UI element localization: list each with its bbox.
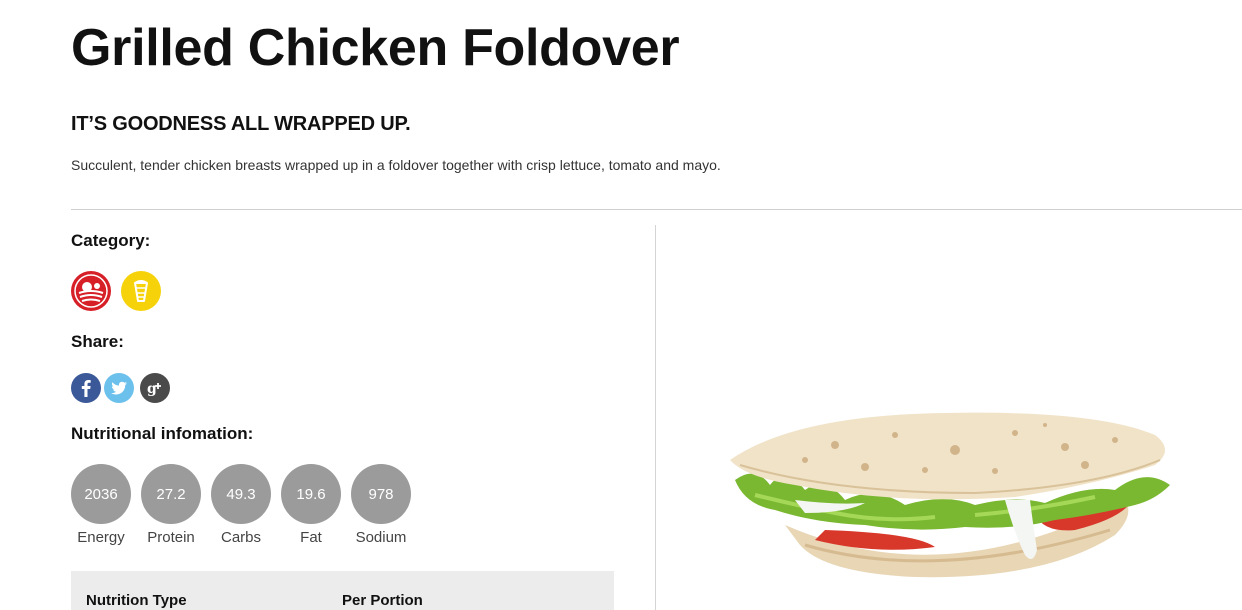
product-image — [715, 405, 1175, 585]
nutrition-name: Sodium — [355, 529, 407, 546]
table-header-nutrition-type: Nutrition Type — [86, 592, 187, 609]
nutrition-carbs: 49.3 Carbs — [211, 464, 271, 546]
nutrition-table: Nutrition Type Per Portion — [71, 571, 614, 610]
facebook-icon[interactable] — [71, 373, 101, 403]
svg-text:g: g — [147, 381, 157, 397]
nutrition-name: Carbs — [220, 529, 261, 546]
nutrition-value: 2036 — [71, 464, 131, 524]
nutrition-value: 49.3 — [211, 464, 271, 524]
nutrition-energy: 2036 Energy — [71, 464, 131, 546]
nutrition-protein: 27.2 Protein — [141, 464, 201, 546]
nutrition-value: 19.6 — [281, 464, 341, 524]
product-description: Succulent, tender chicken breasts wrappe… — [71, 157, 721, 173]
nutrition-label: Nutritional infomation: — [71, 424, 254, 443]
google-plus-icon[interactable]: g — [140, 373, 170, 403]
nutrition-fat: 19.6 Fat — [281, 464, 341, 546]
nutrition-value: 978 — [351, 464, 411, 524]
column-divider — [655, 225, 656, 610]
nutrition-name: Fat — [300, 529, 322, 546]
nutrition-name: Energy — [77, 529, 125, 546]
product-title: Grilled Chicken Foldover — [71, 19, 680, 77]
category-label: Category: — [71, 231, 151, 250]
wrap-icon[interactable] — [121, 271, 161, 311]
nutrition-name: Protein — [147, 529, 195, 546]
nutrition-value: 27.2 — [141, 464, 201, 524]
divider — [71, 209, 1242, 210]
share-label: Share: — [71, 332, 124, 351]
farm-fresh-icon[interactable] — [71, 271, 111, 311]
product-tagline: IT’S GOODNESS ALL WRAPPED UP. — [71, 113, 411, 135]
twitter-icon[interactable] — [104, 373, 134, 403]
table-header-per-portion: Per Portion — [342, 592, 423, 609]
nutrition-sodium: 978 Sodium — [351, 464, 411, 546]
